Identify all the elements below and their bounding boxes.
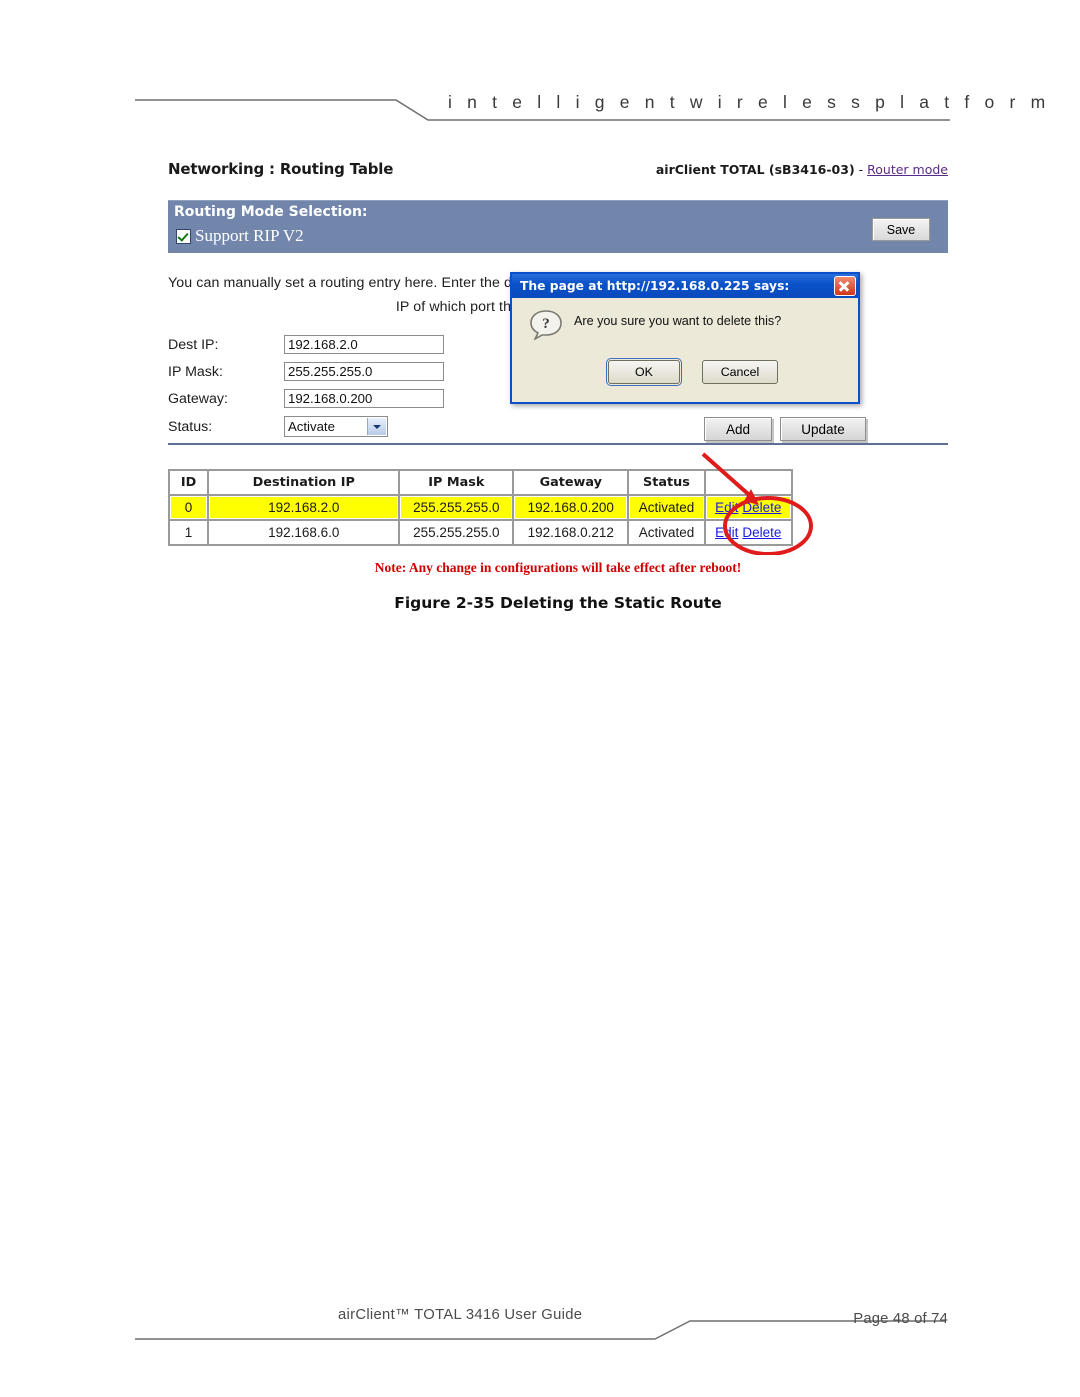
page-title: Networking : Routing Table [168,160,394,178]
dest-ip-label: Dest IP: [168,336,219,353]
cell-gateway: 192.168.0.200 [514,496,628,519]
footer-page-number: Page 48 of 74 [853,1311,948,1327]
column-header-id: ID [170,471,208,494]
delete-link[interactable]: Delete [742,500,781,515]
footer-document-title: airClient™ TOTAL 3416 User Guide [338,1307,583,1323]
gateway-input[interactable] [284,389,444,408]
dialog-message: Are you sure you want to delete this? [574,314,782,328]
device-separator: - [854,162,868,177]
status-select[interactable]: Activate [284,416,388,437]
delete-confirmation-dialog: The page at http://192.168.0.225 says: ?… [510,272,860,404]
gateway-row: Gateway: [168,389,444,408]
page-banner: i n t e l l i g e n t w i r e l e s s p … [0,0,1080,140]
banner-tagline: i n t e l l i g e n t w i r e l e s s p … [448,92,1051,112]
dialog-body: ? Are you sure you want to delete this? … [512,298,858,402]
column-header-gateway: Gateway [514,471,628,494]
cell-ip-mask: 255.255.255.0 [400,496,513,519]
routing-mode-heading: Routing Mode Selection: [174,204,368,220]
column-header-destination-ip: Destination IP [209,471,399,494]
page-footer: airClient™ TOTAL 3416 User Guide Page 48… [0,1299,1080,1349]
device-identity: airClient TOTAL (sB3416-03) - Router mod… [656,162,948,177]
table-row[interactable]: 1 192.168.6.0 255.255.255.0 192.168.0.21… [170,521,791,544]
dest-ip-row: Dest IP: [168,335,444,354]
dest-ip-input[interactable] [284,335,444,354]
cell-gateway: 192.168.0.212 [514,521,628,544]
edit-link[interactable]: Edit [715,525,738,540]
table-header-row: ID Destination IP IP Mask Gateway Status [170,471,791,494]
column-header-status: Status [629,471,704,494]
status-row: Status: Activate [168,416,388,437]
figure-caption: Figure 2-35 Deleting the Static Route [394,594,722,612]
save-button[interactable]: Save [872,218,930,241]
dialog-titlebar: The page at http://192.168.0.225 says: [512,274,858,298]
screenshot-header: Networking : Routing Table airClient TOT… [168,160,948,186]
column-header-ip-mask: IP Mask [400,471,513,494]
column-header-actions [705,471,791,494]
ip-mask-label: IP Mask: [168,363,223,380]
status-select-value: Activate [288,419,335,434]
ok-button[interactable]: OK [606,358,682,386]
support-rip-checkbox[interactable] [176,228,191,244]
device-model: airClient TOTAL (sB3416-03) [655,162,855,177]
cell-destination-ip: 192.168.6.0 [209,521,399,544]
cell-status: Activated [629,496,704,519]
cell-destination-ip: 192.168.2.0 [209,496,399,519]
ip-mask-input[interactable] [284,362,444,381]
support-rip-row[interactable]: Support RIP V2 [176,226,304,246]
chevron-down-icon[interactable] [367,418,386,435]
banner-divider-graphic [135,99,950,121]
cell-status: Activated [629,521,704,544]
delete-link[interactable]: Delete [742,525,781,540]
gateway-label: Gateway: [168,390,228,407]
reboot-note: Note: Any change in configurations will … [374,560,742,575]
edit-link[interactable]: Edit [715,500,738,515]
cancel-button[interactable]: Cancel [702,360,778,384]
table-row[interactable]: 0 192.168.2.0 255.255.255.0 192.168.0.20… [170,496,791,519]
status-label: Status: [168,418,213,435]
svg-text:?: ? [542,316,550,332]
update-button[interactable]: Update [780,417,866,441]
dialog-title: The page at http://192.168.0.225 says: [520,279,790,293]
cell-actions: Edit Delete [705,496,791,519]
router-mode-link[interactable]: Router mode [867,162,948,177]
add-button[interactable]: Add [704,417,772,441]
routing-entries-section: ID Destination IP IP Mask Gateway Status… [168,452,948,556]
close-icon[interactable] [834,276,856,296]
routing-entries-table: ID Destination IP IP Mask Gateway Status… [168,469,793,546]
question-mark-icon: ? [530,310,562,340]
routing-mode-panel: Routing Mode Selection: Support RIP V2 S… [168,200,948,253]
section-divider [168,443,948,445]
support-rip-label: Support RIP V2 [195,226,304,245]
ip-mask-row: IP Mask: [168,362,444,381]
cell-id: 0 [170,496,208,519]
cell-ip-mask: 255.255.255.0 [400,521,513,544]
cell-id: 1 [170,521,208,544]
cell-actions: Edit Delete [705,521,791,544]
